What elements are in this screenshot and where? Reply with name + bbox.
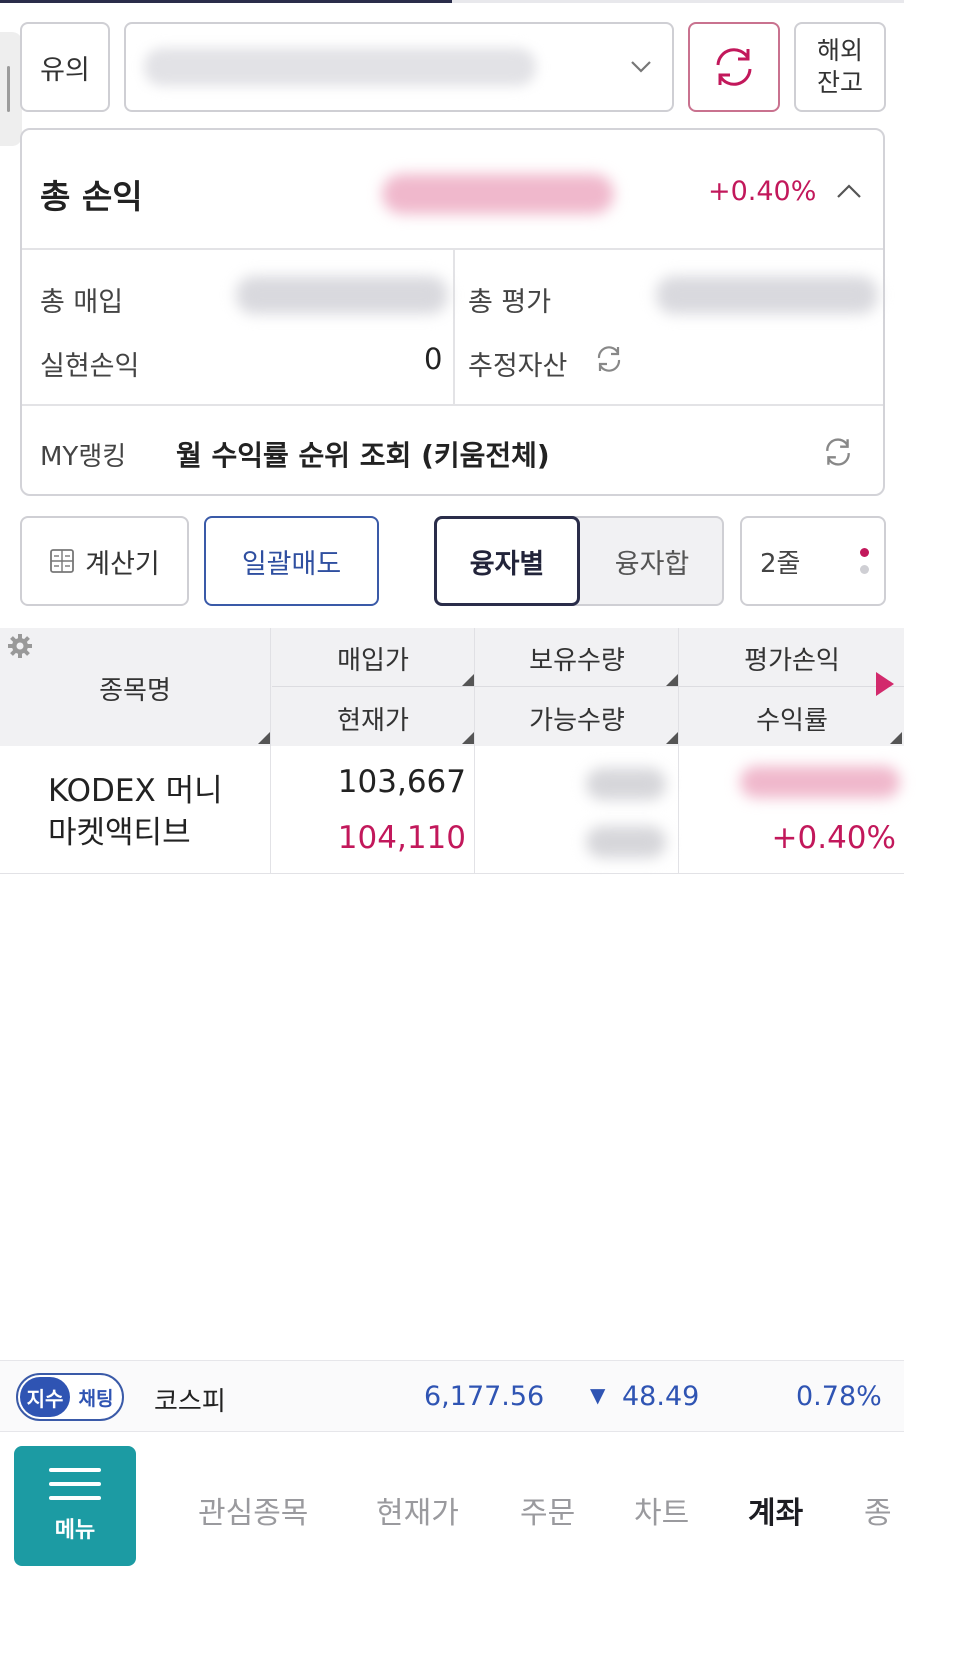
index-name: 코스피 bbox=[154, 1387, 226, 1417]
top-progress-line bbox=[0, 0, 904, 3]
overseas-label-line2: 잔고 bbox=[816, 68, 863, 97]
loan-sum-tab[interactable]: 융자합 bbox=[580, 518, 724, 604]
toggle-dots-icon bbox=[860, 548, 870, 582]
index-change: 48.49 bbox=[622, 1381, 700, 1412]
total-pnl-percent: +0.40% bbox=[708, 176, 817, 207]
divider bbox=[270, 628, 271, 746]
sort-icon bbox=[462, 732, 474, 744]
overseas-label-line1: 해외 bbox=[816, 36, 863, 65]
col-available-qty-header[interactable]: 가능수량 bbox=[476, 700, 678, 737]
total-pnl-label: 총 손익 bbox=[40, 177, 143, 216]
index-change-pct: 0.78% bbox=[796, 1381, 882, 1412]
realized-pnl-label: 실현손익 bbox=[40, 351, 140, 382]
available-qty-masked bbox=[586, 826, 666, 858]
overseas-balance-button[interactable]: 해외 잔고 bbox=[794, 22, 886, 112]
down-arrow-icon: ▼ bbox=[590, 1383, 606, 1407]
my-ranking-label: MY랭킹 bbox=[40, 442, 127, 472]
calculator-button[interactable]: 계산기 bbox=[20, 516, 189, 606]
col-buy-price-header[interactable]: 매입가 bbox=[272, 640, 474, 677]
calculator-label: 계산기 bbox=[85, 548, 160, 580]
holding-qty-masked bbox=[586, 768, 666, 800]
nav-more-partial[interactable]: 종 bbox=[864, 1488, 904, 1532]
top-progress-fill bbox=[0, 0, 452, 3]
handle-grip bbox=[7, 66, 10, 112]
col-name-header[interactable]: 종목명 bbox=[0, 670, 270, 707]
divider bbox=[474, 628, 475, 746]
col-current-price-header[interactable]: 현재가 bbox=[272, 700, 474, 737]
stock-name-line2: 마켓액티브 bbox=[48, 815, 191, 851]
nav-watchlist[interactable]: 관심종목 bbox=[198, 1488, 308, 1532]
stock-name-line1: KODEX 머니 bbox=[48, 773, 223, 809]
index-value: 6,177.56 bbox=[424, 1381, 545, 1412]
col-return-header[interactable]: 수익률 bbox=[680, 700, 904, 737]
col-eval-pnl-header[interactable]: 평가손익 bbox=[680, 640, 904, 677]
nav-order[interactable]: 주문 bbox=[520, 1488, 575, 1532]
chevron-up-icon bbox=[837, 184, 861, 198]
account-number-masked bbox=[144, 48, 536, 86]
total-eval-label: 총 평가 bbox=[468, 287, 552, 318]
total-eval-value-masked bbox=[656, 276, 878, 314]
current-price-cell: 104,110 bbox=[337, 820, 466, 856]
divider bbox=[453, 250, 455, 406]
divider bbox=[678, 628, 679, 746]
calculator-icon bbox=[50, 549, 75, 573]
gear-icon[interactable] bbox=[6, 632, 34, 660]
nav-current-price[interactable]: 현재가 bbox=[376, 1488, 459, 1532]
by-loan-tab[interactable]: 융자별 bbox=[434, 516, 580, 606]
index-tab[interactable]: 지수 bbox=[20, 1377, 70, 1417]
row-lines-button[interactable]: 2줄 bbox=[740, 516, 886, 606]
divider bbox=[272, 686, 904, 687]
sort-icon bbox=[666, 732, 678, 744]
ranking-refresh-icon[interactable] bbox=[822, 436, 854, 468]
divider bbox=[22, 404, 883, 406]
buy-price-cell: 103,667 bbox=[337, 764, 466, 800]
index-ticker-bar[interactable]: 지수 채팅 코스피 6,177.56 ▼ 48.49 0.78% bbox=[0, 1360, 904, 1432]
total-pnl-value-masked bbox=[382, 174, 614, 214]
bulk-sell-button[interactable]: 일괄매도 bbox=[204, 516, 379, 606]
menu-label: 메뉴 bbox=[54, 1518, 96, 1543]
hamburger-icon bbox=[49, 1468, 101, 1510]
col-holding-qty-header[interactable]: 보유수량 bbox=[476, 640, 678, 677]
row-lines-label: 2줄 bbox=[760, 548, 801, 579]
account-summary-card: 총 손익 +0.40% 총 매입 총 평가 실현손익 0 추정자산 MY랭킹 월… bbox=[20, 128, 885, 496]
total-buy-label: 총 매입 bbox=[40, 287, 124, 318]
est-assets-label: 추정자산 bbox=[468, 351, 568, 382]
divider bbox=[270, 746, 271, 874]
sort-icon bbox=[666, 674, 678, 686]
chevron-down-icon bbox=[631, 61, 651, 73]
nav-chart[interactable]: 차트 bbox=[634, 1488, 689, 1532]
account-selector[interactable] bbox=[124, 22, 674, 112]
sort-icon bbox=[890, 732, 902, 744]
collapse-toggle[interactable] bbox=[836, 176, 862, 206]
index-chat-toggle[interactable]: 지수 채팅 bbox=[16, 1373, 124, 1421]
side-drawer-handle[interactable] bbox=[0, 32, 22, 146]
refresh-icon bbox=[716, 48, 752, 86]
refresh-button[interactable] bbox=[688, 22, 780, 112]
stock-name: KODEX 머니 마켓액티브 bbox=[48, 770, 223, 854]
nav-account[interactable]: 계좌 bbox=[748, 1488, 803, 1532]
scroll-right-icon[interactable] bbox=[876, 672, 894, 696]
realized-pnl-value: 0 bbox=[424, 342, 443, 376]
sort-icon bbox=[462, 674, 474, 686]
notice-button[interactable]: 유의 bbox=[20, 22, 110, 112]
total-buy-value-masked bbox=[236, 276, 448, 314]
chat-tab[interactable]: 채팅 bbox=[72, 1377, 120, 1417]
return-rate-cell: +0.40% bbox=[771, 820, 896, 856]
eval-pnl-masked bbox=[740, 766, 900, 798]
loan-view-segment: 융자별 융자합 bbox=[434, 516, 724, 606]
divider bbox=[474, 746, 475, 874]
divider bbox=[678, 746, 679, 874]
est-assets-refresh-icon[interactable] bbox=[594, 344, 624, 374]
my-ranking-link[interactable]: 월 수익률 순위 조회 (키움전체) bbox=[176, 434, 550, 474]
menu-button[interactable]: 메뉴 bbox=[14, 1446, 136, 1566]
sort-icon bbox=[258, 732, 270, 744]
bottom-nav: 메뉴 관심종목 현재가 주문 차트 계좌 종 bbox=[0, 1432, 904, 1568]
